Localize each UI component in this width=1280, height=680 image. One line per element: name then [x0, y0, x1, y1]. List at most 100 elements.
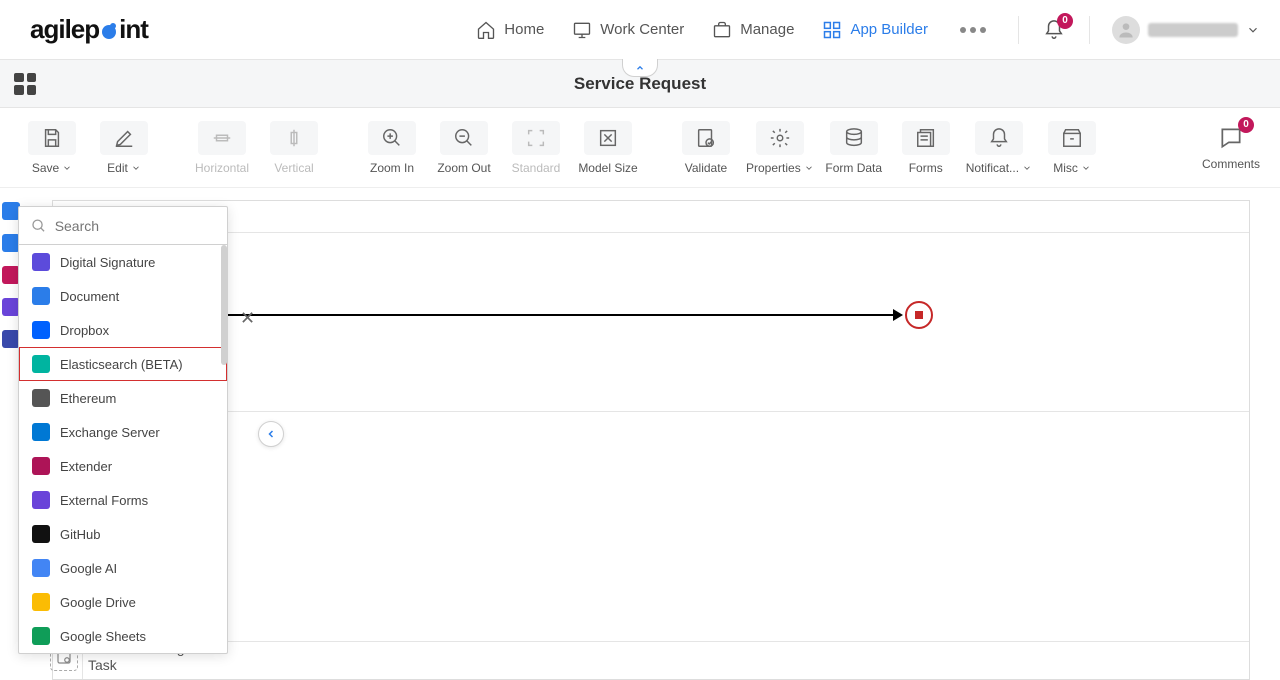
forms-button[interactable]: Forms — [894, 121, 958, 175]
chevron-down-icon — [62, 163, 72, 173]
popup-item-label: Elasticsearch (BETA) — [60, 357, 183, 372]
divider — [1018, 16, 1019, 44]
collapse-header-button[interactable] — [622, 59, 658, 77]
briefcase-icon — [712, 20, 732, 40]
properties-button[interactable]: Properties — [746, 121, 814, 175]
chevron-down-icon — [1081, 163, 1091, 173]
nav-work-center-label: Work Center — [600, 21, 684, 38]
chevron-down-icon — [131, 163, 141, 173]
search-input[interactable] — [55, 218, 215, 234]
save-icon — [41, 127, 63, 149]
integration-icon — [32, 287, 50, 305]
gear-icon — [769, 127, 791, 149]
notifications-tool-button[interactable]: Notificat... — [966, 121, 1032, 175]
popup-item-label: Dropbox — [60, 323, 109, 338]
popup-item-label: Google AI — [60, 561, 117, 576]
integration-icon — [32, 321, 50, 339]
arrowhead-icon — [893, 309, 903, 321]
forms-icon — [915, 127, 937, 149]
nav-app-builder[interactable]: App Builder — [822, 20, 928, 40]
validate-button[interactable]: Validate — [674, 121, 738, 175]
username — [1148, 23, 1238, 37]
popup-item[interactable]: Google Sheets — [19, 619, 227, 653]
align-vertical-icon — [283, 127, 305, 149]
lane-divider — [83, 641, 1249, 642]
nav-home-label: Home — [504, 21, 544, 38]
nav-manage-label: Manage — [740, 21, 794, 38]
apps-icon — [822, 20, 842, 40]
apps-grid-button[interactable] — [14, 73, 36, 95]
chevron-down-icon — [1022, 163, 1032, 173]
monitor-icon — [572, 20, 592, 40]
integration-icon — [32, 355, 50, 373]
integration-icon — [32, 253, 50, 271]
popup-item[interactable]: Document — [19, 279, 227, 313]
zoom-out-icon — [453, 127, 475, 149]
popup-list: Digital Signature Document Dropbox Elastics… — [19, 245, 227, 653]
process-canvas[interactable]: Service Request Lane1 Lane2 — [52, 200, 1250, 680]
align-vertical-button[interactable]: Vertical — [262, 121, 326, 175]
popup-item-label: Digital Signature — [60, 255, 155, 270]
popup-item[interactable]: Dropbox — [19, 313, 227, 347]
align-horizontal-button[interactable]: Horizontal — [190, 121, 254, 175]
search-row — [19, 207, 227, 245]
popup-item[interactable]: Google AI — [19, 551, 227, 585]
popup-item[interactable]: Digital Signature — [19, 245, 227, 279]
nav-home[interactable]: Home — [476, 20, 544, 40]
zoom-out-button[interactable]: Zoom Out — [432, 121, 496, 175]
expand-icon — [597, 127, 619, 149]
close-icon[interactable]: ✕ — [240, 308, 255, 329]
pencil-icon — [113, 127, 135, 149]
popup-item-label: GitHub — [60, 527, 100, 542]
collapse-panel-button[interactable] — [258, 421, 284, 447]
popup-item-label: External Forms — [60, 493, 148, 508]
topnav: agilepint Home Work Center Manage App Bu… — [0, 0, 1280, 60]
popup-item-label: Extender — [60, 459, 112, 474]
fit-standard-icon — [525, 127, 547, 149]
database-icon — [843, 127, 865, 149]
integration-icon — [32, 559, 50, 577]
edit-button[interactable]: Edit — [92, 121, 156, 175]
popup-item-label: Exchange Server — [60, 425, 160, 440]
more-menu[interactable] — [960, 27, 986, 33]
end-node[interactable] — [905, 301, 933, 329]
chevron-down-icon — [1246, 23, 1260, 37]
notifications-button[interactable]: 0 — [1043, 19, 1065, 41]
chevron-down-icon — [804, 163, 814, 173]
main-area: ✕ Digital Signature Document Dropbox Elasti… — [0, 188, 1280, 680]
home-icon — [476, 20, 496, 40]
divider — [1089, 16, 1090, 44]
save-button[interactable]: Save — [20, 121, 84, 175]
popup-item[interactable]: GitHub — [19, 517, 227, 551]
zoom-standard-button[interactable]: Standard — [504, 121, 568, 175]
integration-icon — [32, 593, 50, 611]
zoom-in-icon — [381, 127, 403, 149]
integration-icon — [32, 457, 50, 475]
popup-item[interactable]: Extender — [19, 449, 227, 483]
comments-badge: 0 — [1238, 117, 1254, 133]
scrollbar[interactable] — [221, 245, 227, 365]
popup-item[interactable]: External Forms — [19, 483, 227, 517]
archive-icon — [1061, 127, 1083, 149]
integration-icon — [32, 627, 50, 645]
misc-button[interactable]: Misc — [1040, 121, 1104, 175]
popup-item[interactable]: Elasticsearch (BETA) — [19, 347, 227, 381]
notif-badge: 0 — [1057, 13, 1073, 29]
nav-manage[interactable]: Manage — [712, 20, 794, 40]
popup-item-label: Google Drive — [60, 595, 136, 610]
canvas-title: Service Request — [53, 201, 1249, 233]
popup-item[interactable]: Exchange Server — [19, 415, 227, 449]
lane-divider — [83, 411, 1249, 412]
comments-button[interactable]: 0 Comments — [1202, 125, 1260, 171]
user-menu[interactable] — [1112, 16, 1260, 44]
nav-work-center[interactable]: Work Center — [572, 20, 684, 40]
zoom-in-button[interactable]: Zoom In — [360, 121, 424, 175]
popup-item[interactable]: Google Drive — [19, 585, 227, 619]
form-data-button[interactable]: Form Data — [822, 121, 886, 175]
brand-text-b: int — [119, 14, 148, 44]
search-icon — [31, 217, 47, 235]
model-size-button[interactable]: Model Size — [576, 121, 640, 175]
popup-item[interactable]: Ethereum — [19, 381, 227, 415]
integration-icon — [32, 525, 50, 543]
avatar-icon — [1112, 16, 1140, 44]
